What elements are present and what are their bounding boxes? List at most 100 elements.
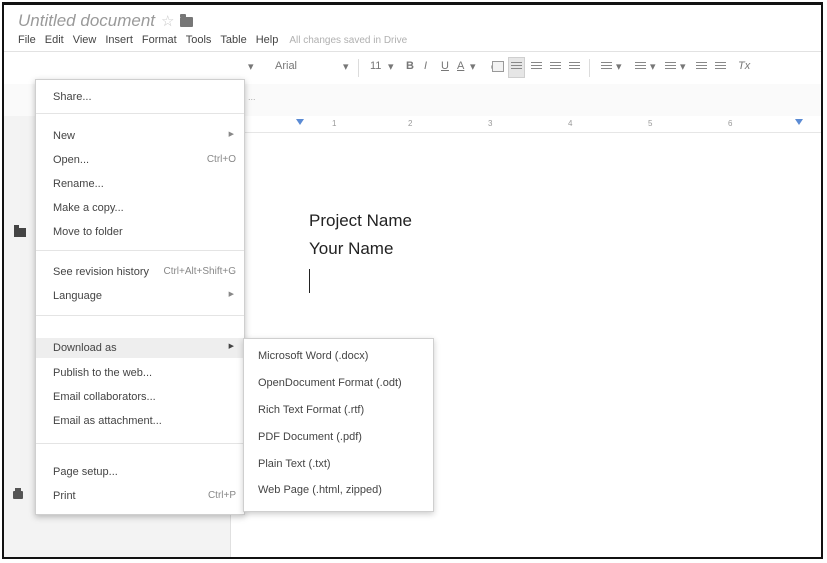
- menu-item-share[interactable]: Share...: [36, 87, 244, 107]
- menu-item-revision-history[interactable]: See revision history Ctrl+Alt+Shift+G: [36, 262, 244, 282]
- download-option-html[interactable]: Web Page (.html, zipped): [258, 484, 382, 496]
- font-size-select[interactable]: 11: [370, 60, 381, 72]
- star-icon[interactable]: ☆: [161, 14, 174, 29]
- submenu-arrow-icon: ▶: [228, 291, 234, 298]
- comment-icon[interactable]: [492, 61, 504, 72]
- increase-indent-icon[interactable]: [715, 62, 726, 71]
- menu-item-email-attachment[interactable]: Email as attachment...: [36, 411, 244, 431]
- menu-item-move-to-folder[interactable]: Move to folder: [14, 222, 244, 242]
- menu-item-language[interactable]: Language ▶: [36, 286, 244, 306]
- numbered-list-arrow-icon[interactable]: ▾: [650, 60, 656, 73]
- app-window: Untitled document ☆ File Edit View Inser…: [2, 2, 823, 559]
- submenu-arrow-icon: ▶: [228, 343, 234, 350]
- menu-tools[interactable]: Tools: [186, 34, 212, 46]
- clear-formatting-button[interactable]: Tx: [738, 60, 750, 72]
- download-option-pdf[interactable]: PDF Document (.pdf): [258, 431, 362, 443]
- line-spacing-arrow-icon[interactable]: ▾: [616, 60, 622, 73]
- underline-button[interactable]: U: [441, 60, 449, 72]
- menu-item-label: New: [53, 130, 76, 142]
- menu-format[interactable]: Format: [142, 34, 177, 46]
- menu-divider: [36, 250, 244, 251]
- save-status: All changes saved in Drive: [289, 34, 408, 46]
- toolbar-divider: [358, 59, 359, 77]
- menu-item-label: Print: [53, 490, 76, 502]
- text-color-arrow-icon[interactable]: ▾: [470, 60, 476, 73]
- indent-marker-icon[interactable]: [296, 119, 304, 125]
- font-dropdown-arrow-icon[interactable]: ▾: [343, 60, 349, 73]
- document-line-your-name[interactable]: Your Name: [309, 239, 393, 259]
- print-icon: [13, 488, 23, 499]
- menu-item-make-copy[interactable]: Make a copy...: [36, 198, 244, 218]
- menu-help[interactable]: Help: [256, 34, 279, 46]
- subbar-hint: ...: [248, 92, 256, 102]
- ruler-number: 3: [488, 119, 493, 128]
- download-option-txt[interactable]: Plain Text (.txt): [258, 458, 331, 470]
- align-center-icon[interactable]: [531, 62, 542, 71]
- menu-table[interactable]: Table: [220, 34, 246, 46]
- file-menu: Share... New ▶ Open... Ctrl+O Rename... …: [13, 79, 245, 515]
- menu-item-label: Rename...: [53, 178, 104, 190]
- menu-item-label: See revision history: [53, 266, 149, 278]
- ruler-number: 5: [648, 119, 653, 128]
- right-margin-marker-icon[interactable]: [795, 119, 803, 125]
- menu-item-label: Make a copy...: [53, 202, 124, 214]
- download-as-submenu: Microsoft Word (.docx) OpenDocument Form…: [243, 338, 434, 512]
- download-option-docx[interactable]: Microsoft Word (.docx): [258, 350, 368, 362]
- download-option-rtf[interactable]: Rich Text Format (.rtf): [258, 404, 364, 416]
- document-title[interactable]: Untitled document: [18, 11, 155, 31]
- text-cursor: [309, 269, 310, 293]
- folder-icon[interactable]: [180, 14, 194, 27]
- menu-item-open[interactable]: Open... Ctrl+O: [36, 150, 244, 170]
- ruler-number: 4: [568, 119, 573, 128]
- numbered-list-icon[interactable]: [635, 62, 646, 71]
- ruler[interactable]: 1 2 3 4 5 6: [230, 116, 821, 133]
- menu-item-label: Email as attachment...: [53, 415, 162, 427]
- menu-item-page-setup[interactable]: Page setup...: [36, 462, 244, 482]
- menu-item-publish[interactable]: Publish to the web...: [36, 363, 244, 383]
- menu-insert[interactable]: Insert: [105, 34, 133, 46]
- style-dropdown-arrow-icon[interactable]: ▾: [248, 60, 254, 73]
- line-spacing-icon[interactable]: [601, 62, 612, 71]
- align-left-icon: [511, 62, 522, 71]
- ruler-number: 2: [408, 119, 413, 128]
- menubar: File Edit View Insert Format Tools Table…: [18, 31, 407, 49]
- menu-item-label: Page setup...: [53, 466, 118, 478]
- menu-item-label: Publish to the web...: [53, 367, 153, 379]
- menu-item-label: Move to folder: [53, 226, 123, 238]
- italic-button[interactable]: I: [424, 60, 427, 72]
- menu-item-download-as[interactable]: Download as ▶: [36, 338, 244, 358]
- menu-item-new[interactable]: New ▶: [36, 126, 244, 146]
- document-line-project-name[interactable]: Project Name: [309, 211, 412, 231]
- decrease-indent-icon[interactable]: [696, 62, 707, 71]
- menu-item-label: Share...: [53, 91, 92, 103]
- menu-item-shortcut: Ctrl+O: [206, 154, 236, 165]
- menu-item-shortcut: Ctrl+Alt+Shift+G: [163, 266, 236, 277]
- align-right-icon[interactable]: [550, 62, 561, 71]
- bulleted-list-icon[interactable]: [665, 62, 676, 71]
- toolbar-divider: [589, 59, 590, 77]
- font-select[interactable]: Arial: [275, 60, 297, 72]
- menu-divider: [36, 113, 244, 114]
- menu-item-email-collaborators[interactable]: Email collaborators...: [36, 387, 244, 407]
- menu-item-shortcut: Ctrl+P: [207, 490, 236, 501]
- menu-file[interactable]: File: [18, 34, 36, 46]
- submenu-arrow-icon: ▶: [228, 131, 234, 138]
- menu-item-print[interactable]: Print Ctrl+P: [13, 486, 244, 506]
- menu-item-rename[interactable]: Rename...: [36, 174, 244, 194]
- menu-edit[interactable]: Edit: [45, 34, 64, 46]
- menu-item-label: Language: [53, 290, 102, 302]
- align-justify-icon[interactable]: [569, 62, 580, 71]
- menu-view[interactable]: View: [73, 34, 97, 46]
- menu-item-label: Open...: [53, 154, 90, 166]
- menu-item-label: Download as: [53, 342, 117, 354]
- title-row: Untitled document ☆: [18, 9, 194, 33]
- download-option-odt[interactable]: OpenDocument Format (.odt): [258, 377, 402, 389]
- text-color-button[interactable]: A: [457, 60, 464, 72]
- menu-divider: [36, 443, 244, 444]
- menu-item-label: Email collaborators...: [53, 391, 156, 403]
- folder-icon: [14, 225, 26, 237]
- bold-button[interactable]: B: [406, 60, 414, 72]
- size-dropdown-arrow-icon[interactable]: ▾: [388, 60, 394, 73]
- bulleted-list-arrow-icon[interactable]: ▾: [680, 60, 686, 73]
- ruler-number: 1: [332, 119, 337, 128]
